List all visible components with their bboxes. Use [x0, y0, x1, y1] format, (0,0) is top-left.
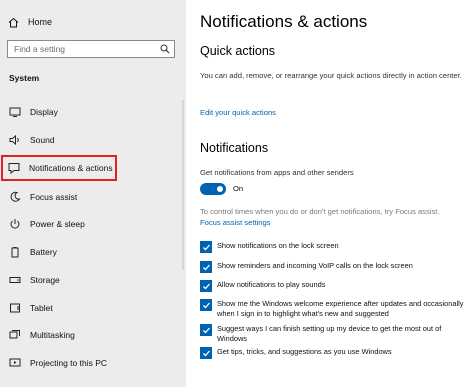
- notifications-icon: [7, 161, 21, 175]
- search-input[interactable]: Find a setting: [7, 40, 175, 58]
- sidebar-item-display[interactable]: Display: [2, 100, 180, 124]
- edit-quick-actions-link[interactable]: Edit your quick actions: [200, 108, 276, 117]
- sidebar-item-power-sleep[interactable]: Power & sleep: [2, 212, 180, 236]
- checkbox-checked[interactable]: [200, 324, 212, 336]
- checkbox-checked[interactable]: [200, 261, 212, 273]
- sidebar-item-label: Sound: [30, 135, 55, 145]
- checkbox-checked[interactable]: [200, 347, 212, 359]
- checkmark-icon: [202, 244, 210, 250]
- notifications-toggle-caption: Get notifications from apps and other se…: [200, 168, 354, 177]
- toggle-knob: [217, 186, 223, 192]
- sidebar-item-storage[interactable]: Storage: [2, 268, 180, 292]
- battery-icon: [8, 245, 22, 259]
- option-play-sounds[interactable]: Allow notifications to play sounds: [200, 280, 470, 292]
- sidebar-item-sound[interactable]: Sound: [2, 128, 180, 152]
- settings-sidebar: Home Find a setting System Display Sound…: [0, 0, 186, 387]
- checkmark-icon: [202, 264, 210, 270]
- sidebar-item-label: Tablet: [30, 303, 53, 313]
- search-placeholder: Find a setting: [14, 44, 66, 54]
- sidebar-item-label: Storage: [30, 275, 60, 285]
- storage-icon: [8, 273, 22, 287]
- option-label: Show notifications on the lock screen: [217, 241, 339, 250]
- display-icon: [8, 105, 22, 119]
- main-panel: Notifications & actions Quick actions Yo…: [190, 0, 474, 387]
- home-label: Home: [28, 17, 53, 27]
- home-icon: [8, 17, 19, 27]
- checkmark-icon: [202, 327, 210, 333]
- multitasking-icon: [8, 328, 22, 342]
- sidebar-item-label: Battery: [30, 247, 57, 257]
- sound-icon: [8, 133, 22, 147]
- quick-actions-description: You can add, remove, or rearrange your q…: [200, 71, 462, 80]
- option-label: Allow notifications to play sounds: [217, 280, 326, 289]
- sidebar-item-label: Notifications & actions: [29, 163, 113, 173]
- page-title: Notifications & actions: [200, 12, 368, 31]
- checkmark-icon: [202, 283, 210, 289]
- option-label: Suggest ways I can finish setting up my …: [217, 324, 442, 343]
- sidebar-scrollbar[interactable]: [182, 100, 184, 270]
- notifications-heading: Notifications: [200, 141, 269, 155]
- option-label: Show me the Windows welcome experience a…: [217, 299, 464, 318]
- option-lock-screen-notifications[interactable]: Show notifications on the lock screen: [200, 241, 470, 253]
- power-icon: [8, 217, 22, 231]
- section-label-system: System: [9, 73, 40, 83]
- option-finish-setup[interactable]: Suggest ways I can finish setting up my …: [200, 324, 470, 344]
- sidebar-item-label: Power & sleep: [30, 219, 85, 229]
- option-label: Show reminders and incoming VoIP calls o…: [217, 261, 413, 270]
- notifications-toggle[interactable]: [200, 183, 226, 195]
- toggle-state-label: On: [233, 184, 244, 193]
- sidebar-item-label: Focus assist: [30, 192, 78, 202]
- option-tips-tricks[interactable]: Get tips, tricks, and suggestions as you…: [200, 347, 470, 359]
- sidebar-item-battery[interactable]: Battery: [2, 240, 180, 264]
- sidebar-item-label: Projecting to this PC: [30, 358, 108, 368]
- sidebar-item-label: Display: [30, 107, 58, 117]
- sidebar-item-projecting[interactable]: Projecting to this PC: [2, 351, 180, 375]
- checkmark-icon: [202, 350, 210, 356]
- option-welcome-experience[interactable]: Show me the Windows welcome experience a…: [200, 299, 470, 319]
- search-icon[interactable]: [160, 44, 170, 54]
- focus-assist-icon: [8, 190, 22, 204]
- checkbox-checked[interactable]: [200, 280, 212, 292]
- home-nav-item[interactable]: Home: [8, 14, 52, 30]
- tablet-icon: [8, 301, 22, 315]
- checkbox-checked[interactable]: [200, 241, 212, 253]
- option-reminders-voip[interactable]: Show reminders and incoming VoIP calls o…: [200, 261, 470, 273]
- sidebar-item-focus-assist[interactable]: Focus assist: [2, 185, 180, 209]
- option-label: Get tips, tricks, and suggestions as you…: [217, 347, 392, 356]
- projecting-icon: [8, 356, 22, 370]
- focus-assist-hint: To control times when you do or don't ge…: [200, 207, 440, 216]
- sidebar-item-multitasking[interactable]: Multitasking: [2, 323, 180, 347]
- checkbox-checked[interactable]: [200, 299, 212, 311]
- quick-actions-heading: Quick actions: [200, 44, 276, 58]
- sidebar-item-tablet[interactable]: Tablet: [2, 296, 180, 320]
- focus-assist-settings-link[interactable]: Focus assist settings: [200, 218, 270, 227]
- sidebar-item-notifications-actions[interactable]: Notifications & actions: [1, 155, 117, 181]
- sidebar-item-label: Multitasking: [30, 330, 75, 340]
- checkmark-icon: [202, 302, 210, 308]
